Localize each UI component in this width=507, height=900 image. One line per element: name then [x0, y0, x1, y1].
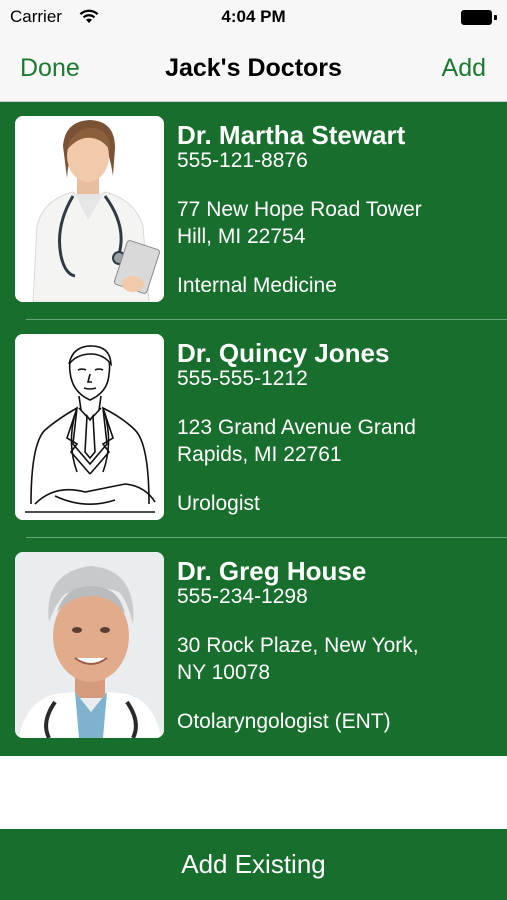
clock-time: 4:04 PM — [221, 7, 286, 26]
doctor-row[interactable]: Dr. Martha Stewart 555-121-8876 77 New H… — [0, 102, 507, 320]
battery-icon — [461, 10, 497, 25]
status-bar: Carrier 4:04 PM — [0, 0, 507, 36]
doctor-phone: 555-234-1298 — [177, 585, 308, 608]
doctor-address-line2: Rapids, MI 22761 — [177, 443, 342, 466]
navigation-bar: Done Jack's Doctors Add — [0, 36, 507, 102]
doctor-list: Dr. Martha Stewart 555-121-8876 77 New H… — [0, 102, 507, 756]
add-existing-button[interactable]: Add Existing — [0, 829, 507, 900]
doctor-address-line2: NY 10078 — [177, 661, 271, 684]
doctor-row[interactable]: Dr. Quincy Jones 555-555-1212 123 Grand … — [0, 320, 507, 538]
doctor-name: Dr. Martha Stewart — [177, 120, 406, 150]
doctor-phone: 555-555-1212 — [177, 367, 308, 390]
doctor-address-line1: 77 New Hope Road Tower — [177, 198, 422, 221]
doctor-name: Dr. Quincy Jones — [177, 338, 390, 368]
doctor-specialty: Otolaryngologist (ENT) — [177, 710, 391, 733]
add-button[interactable]: Add — [442, 54, 486, 83]
doctor-address-line1: 123 Grand Avenue Grand — [177, 416, 416, 439]
doctor-address-line2: Hill, MI 22754 — [177, 225, 306, 248]
doctor-photo — [15, 334, 164, 520]
add-existing-label: Add Existing — [181, 849, 326, 879]
doctor-specialty: Urologist — [177, 492, 260, 515]
doctor-phone: 555-121-8876 — [177, 149, 308, 172]
done-button[interactable]: Done — [20, 54, 80, 83]
doctor-specialty: Internal Medicine — [177, 274, 337, 297]
doctor-row[interactable]: Dr. Greg House 555-234-1298 30 Rock Plaz… — [0, 538, 507, 756]
doctor-address-line1: 30 Rock Plaze, New York, — [177, 634, 419, 657]
doctor-photo — [15, 552, 164, 738]
doctor-name: Dr. Greg House — [177, 556, 367, 586]
doctor-photo — [15, 116, 164, 302]
